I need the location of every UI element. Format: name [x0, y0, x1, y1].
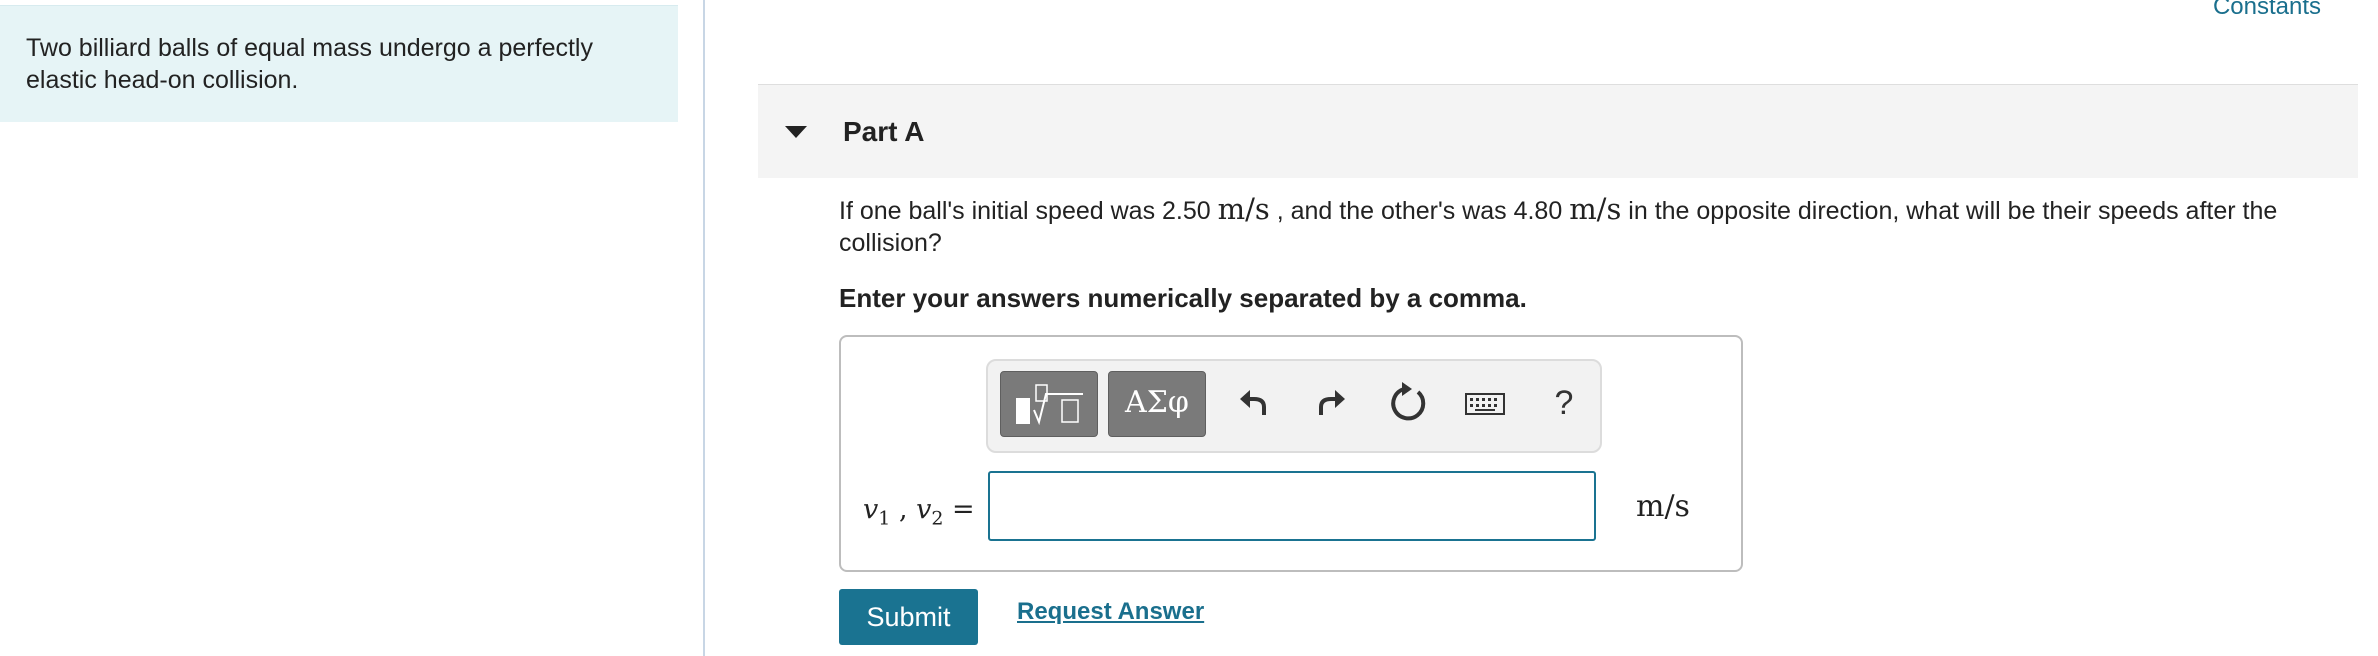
- math-toolbar: ΑΣφ ?: [986, 359, 1602, 453]
- problem-statement-box: Two billiard balls of equal mass undergo…: [0, 5, 678, 122]
- problem-panel: Two billiard balls of equal mass undergo…: [0, 0, 705, 656]
- caret-down-icon[interactable]: [785, 126, 807, 138]
- part-title: Part A: [843, 116, 925, 147]
- unit-ms: m/s: [1569, 192, 1622, 226]
- redo-icon[interactable]: [1305, 377, 1357, 429]
- keyboard-icon[interactable]: [1459, 377, 1511, 429]
- request-answer-link[interactable]: Request Answer: [1017, 598, 1204, 626]
- constants-link[interactable]: Constants: [2213, 0, 2321, 21]
- undo-icon[interactable]: [1228, 377, 1280, 429]
- templates-icon: [1016, 384, 1083, 426]
- unit-ms: m/s: [1217, 192, 1270, 226]
- part-a-header[interactable]: Part A: [758, 84, 2358, 178]
- instruction-text: Enter your answers numerically separated…: [839, 283, 1527, 313]
- greek-symbols-button[interactable]: ΑΣφ: [1108, 371, 1206, 437]
- submit-button[interactable]: Submit: [839, 589, 978, 645]
- problem-text: Two billiard balls of equal mass undergo…: [26, 34, 593, 94]
- templates-button[interactable]: [1000, 371, 1098, 437]
- answer-unit: m/s: [1636, 489, 1690, 524]
- answer-input[interactable]: [988, 471, 1596, 541]
- reset-icon[interactable]: [1382, 377, 1434, 429]
- answer-box: ΑΣφ ? v1 , v2 = m/s: [839, 335, 1743, 572]
- help-icon[interactable]: ?: [1538, 377, 1590, 429]
- answer-label: v1 , v2 =: [863, 494, 975, 530]
- question-text: If one ball's initial speed was 2.50 m/s…: [839, 192, 2278, 257]
